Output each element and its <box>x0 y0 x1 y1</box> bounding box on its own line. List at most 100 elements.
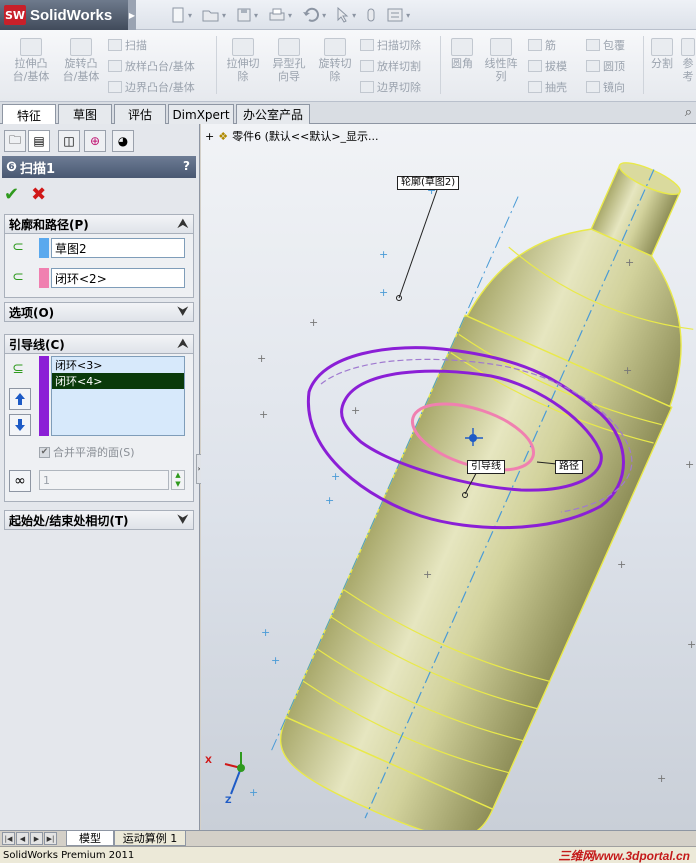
move-up-button[interactable] <box>9 388 31 410</box>
dimxpert-manager-tab-icon[interactable]: ⊕ <box>84 130 106 152</box>
graphics-area[interactable]: + ❖ 零件6 (默认<<默认>_显示... + + + + + + + + +… <box>201 124 696 830</box>
prev-tab-icon[interactable]: ◀ <box>16 832 29 845</box>
draft-icon <box>528 60 542 72</box>
display-manager-tab-icon[interactable]: ◕ <box>112 130 134 152</box>
linear-pattern-button[interactable]: 线性阵列 <box>482 38 520 83</box>
property-manager-tab-icon[interactable]: ▤ <box>28 130 50 152</box>
dropdown-icon[interactable]: ▾ <box>188 11 192 20</box>
profile-field[interactable]: 草图2 <box>51 238 185 258</box>
hole-wizard-button[interactable]: 异型孔向导 <box>268 38 310 83</box>
command-manager: 拉伸凸台/基体 旋转凸台/基体 扫描 放样凸台/基体 边界凸台/基体 拉伸切除 … <box>0 30 696 102</box>
tab-office-products[interactable]: 办公室产品 <box>236 104 310 124</box>
command-tabs: 特征 草图 评估 DimXpert 办公室产品 ⌕ <box>0 102 696 125</box>
spinner-arrows[interactable]: ▲ ▼ <box>171 470 185 490</box>
status-bar: SolidWorks Premium 2011 三维网www.3dportal.… <box>0 846 696 863</box>
dome-button[interactable]: 圆顶 <box>586 57 625 75</box>
list-item[interactable]: 闭环<3> <box>52 357 184 373</box>
split-button[interactable]: 分割 <box>648 38 676 70</box>
path-callout[interactable]: 路径 <box>555 460 583 474</box>
tangency-section-header[interactable]: 起始处/结束处相切(T) ⮟ <box>4 510 194 530</box>
svg-text:+: + <box>623 364 632 377</box>
tab-evaluate[interactable]: 评估 <box>114 104 166 124</box>
view-zoom-icon[interactable]: ⌕ <box>685 105 692 120</box>
next-tab-icon[interactable]: ▶ <box>30 832 43 845</box>
boundary-boss-icon <box>108 81 122 93</box>
options-icon[interactable] <box>386 7 404 23</box>
dropdown-icon[interactable]: ▾ <box>406 11 410 20</box>
tab-dimxpert[interactable]: DimXpert <box>168 104 234 124</box>
move-down-button[interactable] <box>9 414 31 436</box>
boundary-cut-button[interactable]: 边界切除 <box>360 78 421 96</box>
profile-path-section-header[interactable]: 轮廓和路径(P) ⮝ <box>4 214 194 234</box>
menu-expand-icon[interactable]: ▶ <box>128 0 136 30</box>
merge-smooth-faces-checkbox[interactable]: ✔ 合并平滑的面(S) <box>39 444 135 460</box>
reference-button[interactable]: 参考 <box>680 38 696 83</box>
sweep-cut-button[interactable]: 扫描切除 <box>360 36 421 54</box>
print-icon[interactable] <box>268 7 286 23</box>
guide-curves-section-header[interactable]: 引导线(C) ⮝ <box>4 334 194 354</box>
revolve-cut-icon <box>324 38 346 56</box>
ok-button[interactable]: ✔ <box>4 184 19 205</box>
path-field[interactable]: 闭环<2> <box>51 268 185 288</box>
app-logo[interactable]: SW SolidWorks <box>0 0 128 30</box>
dropdown-icon[interactable]: ▾ <box>222 11 226 20</box>
svg-text:+: + <box>685 458 694 471</box>
loft-boss-button[interactable]: 放样凸台/基体 <box>108 57 195 75</box>
options-section-header[interactable]: 选项(O) ⮟ <box>4 302 194 322</box>
help-button[interactable]: ? <box>183 159 190 173</box>
list-item[interactable]: 闭环<4> <box>52 373 184 389</box>
dome-icon <box>586 60 600 72</box>
last-tab-icon[interactable]: ▶| <box>44 832 57 845</box>
expand-chevron-icon[interactable]: ⮟ <box>178 512 188 527</box>
bottle-model[interactable]: +++ +++ ++ +++ +++ +++ ++ <box>201 124 696 830</box>
rebuild-icon[interactable] <box>366 7 376 23</box>
mirror-button[interactable]: 镜向 <box>586 78 625 96</box>
svg-text:+: + <box>423 568 432 581</box>
quick-access-toolbar: ▾ ▾ ▾ ▾ ▾ ▾ ▾ <box>170 6 410 24</box>
dropdown-icon[interactable]: ▾ <box>288 11 292 20</box>
shell-button[interactable]: 抽壳 <box>528 78 567 96</box>
tab-sketch[interactable]: 草图 <box>58 104 112 124</box>
wrap-button[interactable]: 包覆 <box>586 36 625 54</box>
select-icon[interactable] <box>336 7 350 23</box>
loft-boss-icon <box>108 60 122 72</box>
tab-features[interactable]: 特征 <box>2 104 56 125</box>
section-count-spinner[interactable]: 1 <box>39 470 169 490</box>
guide-curve-callout[interactable]: 引导线 <box>467 460 505 474</box>
show-sections-button[interactable]: ∞ <box>9 470 31 492</box>
fillet-button[interactable]: 圆角 <box>446 38 478 70</box>
expand-chevron-icon[interactable]: ⮟ <box>178 304 188 319</box>
revolve-boss-button[interactable]: 旋转凸台/基体 <box>58 38 104 83</box>
profile-color-swatch <box>39 238 49 258</box>
extrude-boss-button[interactable]: 拉伸凸台/基体 <box>8 38 54 83</box>
cancel-button[interactable]: ✖ <box>31 184 46 205</box>
first-tab-icon[interactable]: |◀ <box>2 832 15 845</box>
tab-motion-study[interactable]: 运动算例 1 <box>114 831 186 846</box>
tab-model[interactable]: 模型 <box>66 831 114 846</box>
title-bar: SW SolidWorks ▶ ▾ ▾ ▾ ▾ ▾ ▾ ▾ <box>0 0 696 30</box>
app-name: SolidWorks <box>30 6 113 24</box>
dropdown-icon[interactable]: ▾ <box>254 11 258 20</box>
hole-wizard-icon <box>278 38 300 56</box>
new-document-icon[interactable] <box>170 7 186 23</box>
svg-text:+: + <box>657 772 666 785</box>
guide-curves-list[interactable]: 闭环<3> 闭环<4> <box>51 356 185 436</box>
loft-cut-button[interactable]: 放样切割 <box>360 57 421 75</box>
draft-button[interactable]: 拔模 <box>528 57 567 75</box>
checkbox-box: ✔ <box>39 446 50 458</box>
configuration-manager-tab-icon[interactable]: ◫ <box>58 130 80 152</box>
open-icon[interactable] <box>202 7 220 23</box>
dropdown-icon[interactable]: ▾ <box>352 11 356 20</box>
feature-tree-tab-icon[interactable]: 🗀 <box>4 130 26 152</box>
collapse-chevron-icon[interactable]: ⮝ <box>178 336 188 351</box>
dropdown-icon[interactable]: ▾ <box>322 11 326 20</box>
collapse-chevron-icon[interactable]: ⮝ <box>178 216 188 231</box>
boundary-boss-button[interactable]: 边界凸台/基体 <box>108 78 195 96</box>
sweep-button[interactable]: 扫描 <box>108 36 147 54</box>
profile-callout[interactable]: 轮廓(草图2) <box>397 176 460 190</box>
rib-button[interactable]: 筋 <box>528 36 556 54</box>
extrude-cut-button[interactable]: 拉伸切除 <box>222 38 264 83</box>
save-icon[interactable] <box>236 7 252 23</box>
undo-icon[interactable] <box>302 7 320 23</box>
revolve-cut-button[interactable]: 旋转切除 <box>314 38 356 83</box>
